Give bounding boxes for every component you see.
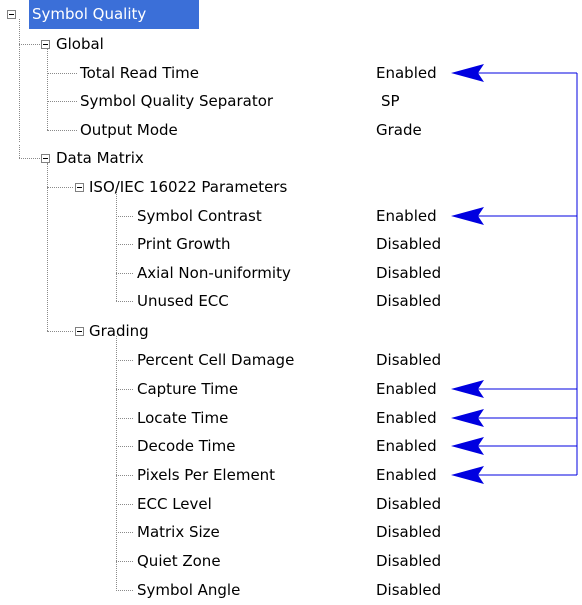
enabled-callout-arrows xyxy=(451,64,578,484)
symbol-quality-tree: Symbol Quality Global Total Read Time En… xyxy=(0,0,582,605)
